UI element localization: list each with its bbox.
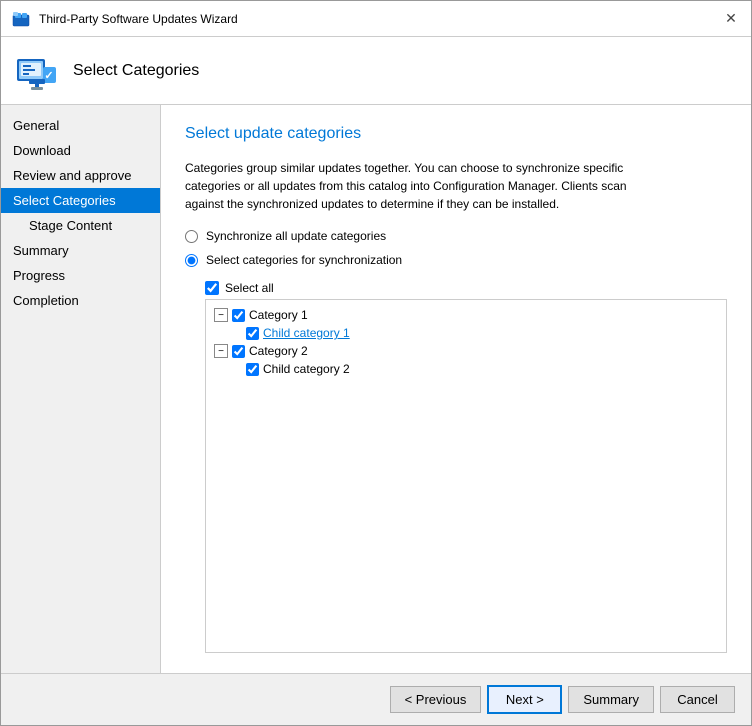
header-icon: ✓ [15,49,59,93]
previous-button[interactable]: < Previous [390,686,482,713]
tree-container: Category 1 Child category 1 Category 2 [205,299,727,653]
sidebar-item-progress[interactable]: Progress [1,263,160,288]
sidebar: General Download Review and approve Sele… [1,105,161,673]
summary-button[interactable]: Summary [568,686,654,713]
tree-node-cat1: Category 1 [210,306,722,324]
sidebar-item-completion[interactable]: Completion [1,288,160,313]
select-all-row: Select all [205,281,727,295]
main-area: General Download Review and approve Sele… [1,105,751,673]
expander-cat1[interactable] [214,308,228,322]
radio-sync-all-label: Synchronize all update categories [206,229,386,243]
sidebar-item-general[interactable]: General [1,113,160,138]
label-cat2: Category 2 [249,344,308,358]
expander-cat2[interactable] [214,344,228,358]
title-bar: Third-Party Software Updates Wizard ✕ [1,1,751,37]
footer-bar: < Previous Next > Summary Cancel [1,673,751,725]
radio-select-input[interactable] [185,254,198,267]
title-bar-left: Third-Party Software Updates Wizard [11,9,238,29]
sidebar-item-review-approve[interactable]: Review and approve [1,163,160,188]
tree-node-cat2: Category 2 [210,342,722,360]
window-title: Third-Party Software Updates Wizard [39,12,238,26]
description-text: Categories group similar updates togethe… [185,159,665,213]
tree-node-child1: Child category 1 [210,324,722,342]
select-all-label: Select all [225,281,274,295]
radio-select-label: Select categories for synchronization [206,253,402,267]
sidebar-item-select-categories[interactable]: Select Categories [1,188,160,213]
radio-sync-all[interactable]: Synchronize all update categories [185,229,727,243]
close-button[interactable]: ✕ [721,9,741,29]
tree-node-child2: Child category 2 [210,360,722,378]
label-cat1: Category 1 [249,308,308,322]
sidebar-item-stage-content[interactable]: Stage Content [1,213,160,238]
select-all-checkbox[interactable] [205,281,219,295]
label-child2: Child category 2 [263,362,350,376]
cancel-button[interactable]: Cancel [660,686,735,713]
header-title: Select Categories [73,62,199,80]
window-icon [11,9,31,29]
checkbox-child1[interactable] [246,327,259,340]
content-area: Select update categories Categories grou… [161,105,751,673]
checkbox-child2[interactable] [246,363,259,376]
radio-group: Synchronize all update categories Select… [185,229,727,267]
sidebar-item-download[interactable]: Download [1,138,160,163]
sidebar-item-summary[interactable]: Summary [1,238,160,263]
wizard-window: Third-Party Software Updates Wizard ✕ ✓ … [0,0,752,726]
tree-inner: Category 1 Child category 1 Category 2 [206,300,726,384]
radio-select-categories[interactable]: Select categories for synchronization [185,253,727,267]
checkbox-cat2[interactable] [232,345,245,358]
checkbox-cat1[interactable] [232,309,245,322]
next-button[interactable]: Next > [487,685,562,714]
label-child1[interactable]: Child category 1 [263,326,350,340]
radio-sync-all-input[interactable] [185,230,198,243]
content-title: Select update categories [185,125,727,143]
header-bar: ✓ Select Categories [1,37,751,105]
svg-text:✓: ✓ [44,70,53,82]
